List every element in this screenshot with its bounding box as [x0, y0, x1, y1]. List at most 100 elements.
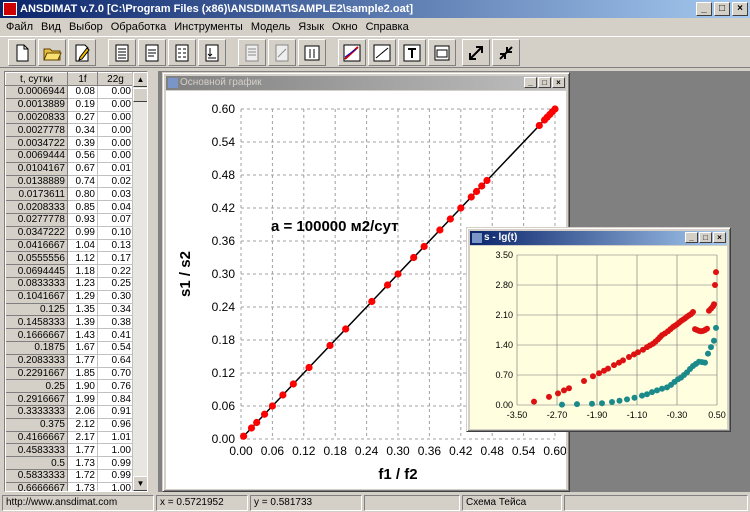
table-row[interactable]: 0.0416667 1.04 0.13: [5, 239, 134, 253]
list-button[interactable]: [168, 39, 196, 66]
copy-button[interactable]: [238, 39, 266, 66]
cell-1f[interactable]: 0.19: [67, 98, 98, 112]
cell-time[interactable]: 0.0277778: [5, 213, 68, 227]
table-row[interactable]: 0.6666667 1.73 1.00: [5, 482, 134, 491]
text-button[interactable]: [398, 39, 426, 66]
table-row[interactable]: 0.2916667 1.99 0.84: [5, 392, 134, 406]
column-header-22g[interactable]: 22g: [97, 72, 134, 86]
cell-1f[interactable]: 0.80: [67, 187, 98, 202]
cell-22g[interactable]: 1.00: [97, 443, 134, 458]
menu-select[interactable]: Выбор: [65, 18, 107, 36]
table-row[interactable]: 0.1458333 1.39 0.38: [5, 315, 134, 330]
table-row[interactable]: 0.0104167 0.67 0.01: [5, 162, 134, 176]
cell-time[interactable]: 0.1875: [5, 341, 68, 355]
table-row[interactable]: 0.0694445 1.18 0.22: [5, 264, 134, 278]
table-row[interactable]: 0.4583333 1.77 1.00: [5, 443, 134, 458]
table-row[interactable]: 0.375 2.12 0.96: [5, 418, 134, 432]
cell-1f[interactable]: 2.17: [67, 431, 98, 445]
cell-22g[interactable]: 0.00: [97, 149, 134, 163]
cell-22g[interactable]: 0.03: [97, 187, 134, 202]
cell-time[interactable]: 0.0020833: [5, 111, 68, 125]
cell-22g[interactable]: 0.02: [97, 175, 134, 189]
table-row[interactable]: 0.0138889 0.74 0.02: [5, 175, 134, 189]
cell-1f[interactable]: 0.08: [67, 85, 98, 99]
minimize-button[interactable]: _: [696, 2, 712, 16]
table-row[interactable]: 0.0277778 0.93 0.07: [5, 213, 134, 227]
cell-time[interactable]: 0.1666667: [5, 328, 68, 342]
menu-view[interactable]: Вид: [37, 18, 65, 36]
table-row[interactable]: 0.0006944 0.08 0.00: [5, 85, 134, 99]
table-row[interactable]: 0.1875 1.67 0.54: [5, 341, 134, 355]
table-row[interactable]: 0.2083333 1.77 0.64: [5, 354, 134, 368]
cell-22g[interactable]: 0.30: [97, 290, 134, 304]
table-row[interactable]: 0.0173611 0.80 0.03: [5, 187, 134, 202]
document-button[interactable]: [138, 39, 166, 66]
cell-time[interactable]: 0.0034722: [5, 136, 68, 150]
cell-1f[interactable]: 1.23: [67, 277, 98, 291]
cell-time[interactable]: 0.25: [5, 379, 68, 394]
menu-window[interactable]: Окно: [328, 18, 362, 36]
maximize-button[interactable]: □: [714, 2, 730, 16]
cell-22g[interactable]: 0.99: [97, 456, 134, 470]
cell-1f[interactable]: 1.67: [67, 341, 98, 355]
cell-22g[interactable]: 0.00: [97, 98, 134, 112]
cell-time[interactable]: 0.2083333: [5, 354, 68, 368]
table-row[interactable]: 0.0020833 0.27 0.00: [5, 111, 134, 125]
cell-22g[interactable]: 1.01: [97, 431, 134, 445]
cell-time[interactable]: 0.0555556: [5, 251, 68, 266]
shrink-button[interactable]: [492, 39, 520, 66]
cell-1f[interactable]: 0.99: [67, 226, 98, 240]
cell-time[interactable]: 0.4583333: [5, 443, 68, 458]
cell-time[interactable]: 0.375: [5, 418, 68, 432]
cell-time[interactable]: 0.0104167: [5, 162, 68, 176]
cell-22g[interactable]: 0.00: [97, 111, 134, 125]
cell-22g[interactable]: 0.76: [97, 379, 134, 394]
cell-22g[interactable]: 0.13: [97, 239, 134, 253]
table-row[interactable]: 0.0555556 1.12 0.17: [5, 251, 134, 266]
table-row[interactable]: 0.4166667 2.17 1.01: [5, 431, 134, 445]
cell-1f[interactable]: 1.90: [67, 379, 98, 394]
cell-1f[interactable]: 1.73: [67, 482, 98, 491]
cell-22g[interactable]: 1.00: [97, 482, 134, 491]
inset-maximize-button[interactable]: □: [699, 232, 712, 243]
cell-time[interactable]: 0.125: [5, 303, 68, 317]
cell-22g[interactable]: 0.38: [97, 315, 134, 330]
scroll-down-icon[interactable]: ▼: [133, 476, 147, 491]
inset-chart[interactable]: -3.50 -2.70 -1.90 -1.10 -0.30 0.50 0.00 0.70 1.4…: [470, 246, 727, 429]
cell-1f[interactable]: 0.39: [67, 136, 98, 150]
cell-time[interactable]: 0.2291667: [5, 367, 68, 381]
window-button[interactable]: [428, 39, 456, 66]
cell-time[interactable]: 0.0694445: [5, 264, 68, 278]
cell-22g[interactable]: 0.70: [97, 367, 134, 381]
cell-22g[interactable]: 0.91: [97, 405, 134, 419]
table-row[interactable]: 0.0027778 0.34 0.00: [5, 123, 134, 138]
cell-time[interactable]: 0.3333333: [5, 405, 68, 419]
cell-time[interactable]: 0.0416667: [5, 239, 68, 253]
table-row[interactable]: 0.0833333 1.23 0.25: [5, 277, 134, 291]
cell-1f[interactable]: 0.34: [67, 123, 98, 138]
table-row[interactable]: 0.25 1.90 0.76: [5, 379, 134, 394]
new-file-button[interactable]: [8, 39, 36, 66]
table-row[interactable]: 0.3333333 2.06 0.91: [5, 405, 134, 419]
cell-1f[interactable]: 2.12: [67, 418, 98, 432]
main-chart-close-button[interactable]: ×: [552, 77, 565, 88]
menu-process[interactable]: Обработка: [107, 18, 170, 36]
menu-language[interactable]: Язык: [294, 18, 328, 36]
column-header-time[interactable]: t, сутки: [5, 72, 68, 86]
cell-time[interactable]: 0.5: [5, 456, 68, 470]
cell-22g[interactable]: 0.96: [97, 418, 134, 432]
edit-button[interactable]: [68, 39, 96, 66]
cell-time[interactable]: 0.0138889: [5, 175, 68, 189]
cell-1f[interactable]: 1.04: [67, 239, 98, 253]
chart-button[interactable]: [338, 39, 366, 66]
cell-22g[interactable]: 0.84: [97, 392, 134, 406]
cell-time[interactable]: 0.0173611: [5, 187, 68, 202]
cell-22g[interactable]: 0.00: [97, 136, 134, 150]
cell-1f[interactable]: 1.43: [67, 328, 98, 342]
cell-time[interactable]: 0.0347222: [5, 226, 68, 240]
scroll-up-icon[interactable]: ▲: [133, 72, 147, 87]
cell-1f[interactable]: 1.72: [67, 469, 98, 483]
cell-1f[interactable]: 1.73: [67, 456, 98, 470]
cell-1f[interactable]: 0.56: [67, 149, 98, 163]
cell-22g[interactable]: 0.00: [97, 123, 134, 138]
